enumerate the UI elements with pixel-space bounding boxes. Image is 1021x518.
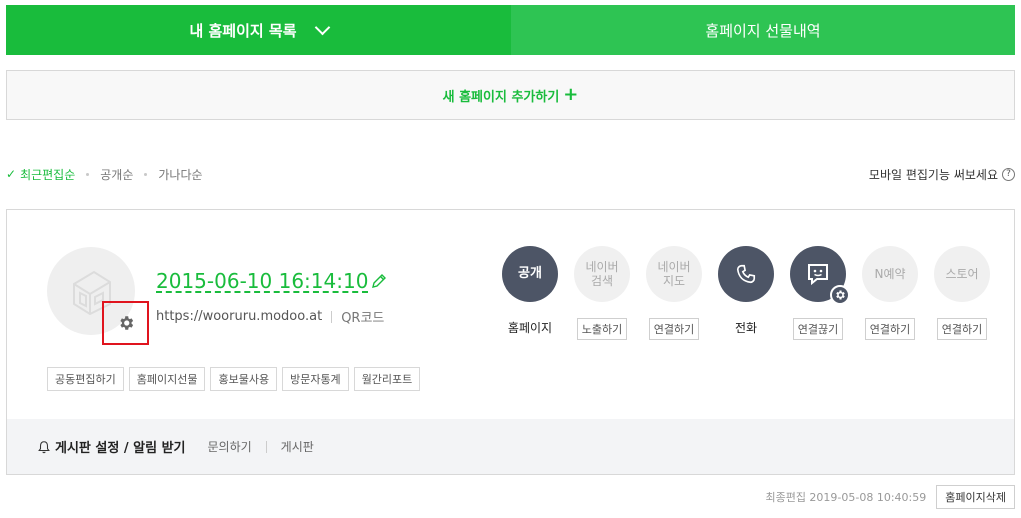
sort-recent-edit-label: 최근편집순 xyxy=(20,167,76,182)
gift-homepage-button[interactable]: 홈페이지선물 xyxy=(128,367,206,391)
top-tabs: 내 홈페이지 목록 홈페이지 선물내역 xyxy=(6,5,1015,55)
divider xyxy=(331,310,333,323)
phone-icon xyxy=(736,264,756,284)
naver-map-connect-button[interactable]: 연결하기 xyxy=(648,318,700,340)
service-phone-caption: 전화 xyxy=(734,321,758,335)
divider xyxy=(265,440,267,453)
sort-recent-edit[interactable]: ✓ 최근편집순 xyxy=(6,166,75,183)
mobile-edit-tip[interactable]: 모바일 편집기능 써보세요 ? xyxy=(869,166,1015,182)
pencil-icon[interactable] xyxy=(371,273,387,289)
inquiry-link[interactable]: 문의하기 xyxy=(208,438,252,455)
delete-homepage-button[interactable]: 홈페이지삭제 xyxy=(936,485,1015,509)
plus-icon: + xyxy=(563,84,579,105)
naver-search-circle[interactable]: 네이버 검색 xyxy=(574,246,630,302)
naver-map-circle-label: 네이버 지도 xyxy=(657,260,691,288)
sort-alphabetical-label: 가나다순 xyxy=(158,167,203,182)
tab-my-homepage-list-label: 내 홈페이지 목록 xyxy=(189,21,297,40)
service-store: 스토어 연결하기 xyxy=(924,246,1000,340)
monthly-report-button[interactable]: 월간리포트 xyxy=(353,367,421,391)
chevron-down-icon xyxy=(314,19,330,35)
bell-icon xyxy=(38,440,50,453)
separator-dot xyxy=(86,172,90,176)
check-icon: ✓ xyxy=(6,167,17,181)
service-phone: 전화 xyxy=(708,246,784,336)
public-toggle-label: 공개 xyxy=(518,266,542,281)
n-booking-connect-button[interactable]: 연결하기 xyxy=(864,318,916,340)
tab-gift-history[interactable]: 홈페이지 선물내역 xyxy=(511,5,1015,55)
store-connect-button[interactable]: 연결하기 xyxy=(936,318,988,340)
homepage-card: 2015-06-10 16:14:10 https://wooruru.modo… xyxy=(6,209,1015,475)
gear-icon xyxy=(836,290,845,300)
naver-map-circle[interactable]: 네이버 지도 xyxy=(646,246,702,302)
url-row: https://wooruru.modoo.at QR코드 xyxy=(156,307,384,326)
service-n-booking: N예약 연결하기 xyxy=(852,246,928,340)
add-homepage-button[interactable]: 새 홈페이지 추가하기 + xyxy=(6,70,1015,120)
service-naver-map: 네이버 지도 연결하기 xyxy=(636,246,712,340)
talk-circle[interactable] xyxy=(790,246,850,305)
sort-alphabetical[interactable]: 가나다순 xyxy=(158,166,202,183)
n-booking-circle-label: N예약 xyxy=(874,267,906,281)
naver-search-circle-label: 네이버 검색 xyxy=(585,260,619,288)
sort-public[interactable]: 공개순 xyxy=(100,166,133,183)
help-icon: ? xyxy=(1002,167,1015,181)
co-edit-button[interactable]: 공동편집하기 xyxy=(47,367,124,391)
mobile-edit-tip-label: 모바일 편집기능 써보세요 xyxy=(868,167,998,182)
public-toggle[interactable]: 공개 xyxy=(502,246,558,302)
gear-icon xyxy=(119,316,133,330)
store-circle[interactable]: 스토어 xyxy=(934,246,990,302)
board-link[interactable]: 게시판 xyxy=(281,438,314,455)
sort-bar: ✓ 최근편집순 공개순 가나다순 xyxy=(6,166,203,182)
visitor-stats-button[interactable]: 방문자통계 xyxy=(282,367,349,391)
promo-material-button[interactable]: 홍보물사용 xyxy=(210,367,278,391)
homepage-title-link[interactable]: 2015-06-10 16:14:10 xyxy=(156,269,387,293)
card-footer: 최종편집 2019-05-08 10:40:59 홈페이지삭제 xyxy=(765,485,1015,509)
board-settings-bar: 게시판 설정 / 알림 받기 문의하기 게시판 xyxy=(7,419,1014,474)
phone-circle[interactable] xyxy=(718,246,774,302)
store-circle-label: 스토어 xyxy=(945,267,979,281)
board-settings-link[interactable]: 게시판 설정 / 알림 받기 xyxy=(55,437,186,456)
qr-code-link[interactable]: QR코드 xyxy=(341,307,384,326)
talk-icon xyxy=(808,264,828,286)
thumbnail-settings-button[interactable] xyxy=(102,301,149,345)
homepage-title: 2015-06-10 16:14:10 xyxy=(156,269,369,293)
service-public: 공개 홈페이지 xyxy=(492,246,568,336)
talk-disconnect-button[interactable]: 연결끊기 xyxy=(792,318,844,340)
service-public-caption: 홈페이지 xyxy=(507,321,553,335)
homepage-tools: 공동편집하기 홈페이지선물 홍보물사용 방문자통계 월간리포트 xyxy=(47,367,425,391)
last-edit-timestamp: 최종편집 2019-05-08 10:40:59 xyxy=(765,491,927,504)
tab-gift-history-label: 홈페이지 선물내역 xyxy=(705,21,821,40)
sort-public-label: 공개순 xyxy=(100,167,134,182)
add-homepage-label: 새 홈페이지 추가하기 xyxy=(442,89,560,105)
talk-settings-icon[interactable] xyxy=(830,285,850,305)
naver-search-expose-button[interactable]: 노출하기 xyxy=(576,318,628,340)
n-booking-circle[interactable]: N예약 xyxy=(862,246,918,302)
tab-my-homepage-list[interactable]: 내 홈페이지 목록 xyxy=(6,5,511,55)
service-talk: 연결끊기 xyxy=(780,246,856,340)
service-naver-search: 네이버 검색 노출하기 xyxy=(564,246,640,340)
homepage-url[interactable]: https://wooruru.modoo.at xyxy=(156,309,322,324)
separator-dot xyxy=(144,172,148,176)
